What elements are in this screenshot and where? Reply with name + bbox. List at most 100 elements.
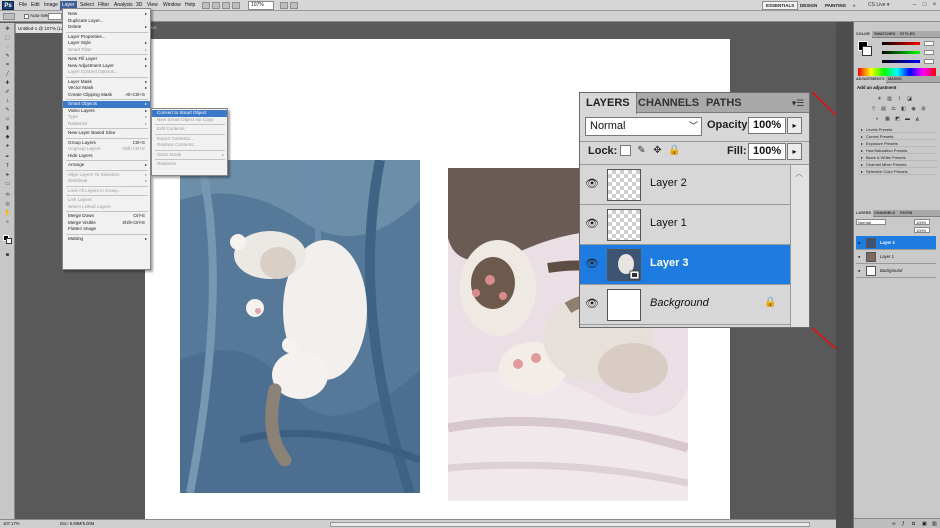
menu-item-replace-contents[interactable]: Replace Contents...	[152, 142, 227, 149]
color-ramp[interactable]	[858, 68, 936, 76]
tab-masks[interactable]: MASKS	[886, 76, 904, 83]
menu-item-select-linked-layers[interactable]: Select Linked Layers	[63, 204, 150, 211]
dock-opacity-field[interactable]: 100%	[914, 219, 930, 225]
history-brush-tool-icon[interactable]: ✎	[3, 108, 12, 113]
3d-orbit-tool-icon[interactable]: ◎	[3, 202, 12, 207]
green-slider[interactable]	[882, 51, 920, 54]
link-layers-icon[interactable]: ∞	[892, 521, 896, 527]
quick-select-tool-icon[interactable]: ✎	[3, 54, 12, 59]
cat-photo-blanket[interactable]	[180, 160, 420, 493]
lock-image-icon[interactable]: ✎	[636, 145, 647, 156]
move-tool-preset-icon[interactable]	[3, 13, 15, 20]
layers-scrollbar[interactable]: ︿	[790, 165, 809, 327]
screen-mode-icon[interactable]	[290, 2, 298, 9]
menu-edit[interactable]: Edit	[29, 1, 42, 10]
cs-live-button[interactable]: CS Live ▾	[868, 1, 908, 10]
marquee-tool-icon[interactable]: ⬚	[3, 36, 12, 41]
menu-window[interactable]: Window	[161, 1, 183, 10]
exposure-icon[interactable]: ◪	[906, 96, 913, 102]
brush-tool-icon[interactable]: ✐	[3, 90, 12, 95]
curves-icon[interactable]: ⌇	[896, 96, 903, 102]
menu-file[interactable]: File	[17, 1, 29, 10]
extras-icon[interactable]	[222, 2, 230, 9]
zoom-tool-icon[interactable]: ⌕	[3, 220, 12, 225]
hand-tool-icon[interactable]	[232, 2, 240, 9]
tab-adjustments[interactable]: ADJUSTMENTS	[854, 76, 887, 83]
eye-icon[interactable]: ●	[858, 268, 860, 273]
3d-rotate-tool-icon[interactable]: ⟲	[3, 193, 12, 198]
tab-styles[interactable]: STYLES	[898, 31, 917, 38]
healing-brush-tool-icon[interactable]: ✚	[3, 81, 12, 86]
dodge-tool-icon[interactable]: ●	[3, 144, 12, 149]
layer-row-layer-3[interactable]: 👁 Layer 3	[580, 245, 790, 285]
preset-levels[interactable]: Levels Presets	[859, 127, 937, 133]
eyedropper-tool-icon[interactable]: ╱	[3, 72, 12, 77]
auto-select-dropdown[interactable]	[48, 13, 62, 20]
auto-select-checkbox[interactable]	[24, 14, 29, 19]
maximize-icon[interactable]: □	[920, 1, 929, 9]
workspace-painting[interactable]: PAINTING	[822, 1, 849, 10]
background-color-swatch[interactable]	[862, 46, 872, 56]
fill-slider-button[interactable]: ▸	[787, 143, 802, 160]
menu-item-matting[interactable]: Matting ▸	[63, 236, 150, 243]
brightness-icon[interactable]: ☀	[876, 96, 883, 102]
eraser-tool-icon[interactable]: ▱	[3, 117, 12, 122]
arrange-documents-icon[interactable]	[280, 2, 288, 9]
background-color-swatch[interactable]	[6, 238, 12, 244]
quick-mask-icon[interactable]: ◙	[3, 253, 12, 258]
photo-filter-icon[interactable]: ◉	[910, 106, 917, 112]
menu-item-delete[interactable]: Delete ▸	[63, 24, 150, 31]
blue-value[interactable]	[924, 59, 934, 64]
green-value[interactable]	[924, 50, 934, 55]
menu-item-edit-contents[interactable]: Edit Contents	[152, 126, 227, 133]
minimize-icon[interactable]: –	[910, 1, 919, 9]
opacity-slider-button[interactable]: ▸	[787, 117, 802, 134]
menu-item-smart-filter[interactable]: Smart Filter ▸	[63, 47, 150, 54]
menu-item-flatten-image[interactable]: Flatten Image	[63, 226, 150, 233]
tab-channels[interactable]: CHANNELS	[872, 210, 897, 217]
selective-color-icon[interactable]: ◭	[914, 116, 921, 122]
layer-row-layer-2[interactable]: 👁 Layer 2	[580, 165, 790, 205]
new-layer-icon[interactable]: ▣	[922, 521, 927, 527]
menu-item-rasterize[interactable]: Rasterize	[152, 161, 227, 168]
clone-stamp-tool-icon[interactable]: ⊥	[3, 99, 12, 104]
menu-item-layer-content-options[interactable]: Layer Content Options...	[63, 69, 150, 76]
trash-icon[interactable]: ▥	[932, 521, 937, 527]
fill-field[interactable]: 100%	[748, 143, 786, 160]
hand-tool-icon[interactable]: ✋	[3, 211, 12, 216]
dock-layer-row[interactable]: ● Layer 3	[856, 236, 936, 250]
tab-layers[interactable]: LAYERS	[854, 210, 874, 217]
blue-slider[interactable]	[882, 60, 920, 63]
menu-item-new-smart-object-via-copy[interactable]: New Smart Object via Copy	[152, 117, 227, 124]
tab-layers[interactable]: LAYERS	[580, 93, 637, 114]
menu-item-distribute[interactable]: Distribute ▸	[63, 178, 150, 185]
add-mask-icon[interactable]: ◘	[912, 521, 915, 527]
menu-item-create-clipping-mask[interactable]: Create Clipping Mask Alt+Ctrl+G	[63, 92, 150, 99]
levels-icon[interactable]: ▥	[886, 96, 893, 102]
scroll-up-icon[interactable]: ︿	[795, 168, 803, 179]
panel-menu-icon[interactable]: ▾☰	[791, 97, 805, 109]
eye-icon[interactable]: ●	[858, 240, 860, 245]
preset-curves[interactable]: Curves Presets	[859, 134, 937, 140]
tab-paths[interactable]: PATHS	[700, 93, 748, 113]
workspace-design[interactable]: DESIGN	[797, 1, 820, 10]
dock-blend-mode-select[interactable]: Normal	[856, 219, 886, 225]
blur-tool-icon[interactable]: ◆	[3, 135, 12, 140]
tab-color[interactable]: COLOR	[854, 31, 872, 38]
lasso-tool-icon[interactable]: ◌	[3, 45, 12, 50]
lock-all-icon[interactable]: 🔒	[668, 145, 680, 156]
menu-item-new-layer-based-slice[interactable]: New Layer Based Slice	[63, 130, 150, 137]
lock-position-icon[interactable]: ✥	[652, 145, 663, 156]
preset-selective-color[interactable]: Selective Color Presets	[859, 169, 937, 175]
channel-mixer-icon[interactable]: ⊞	[920, 106, 927, 112]
close-icon[interactable]: ×	[930, 1, 939, 9]
move-tool-icon[interactable]: ✥	[3, 27, 12, 32]
color-balance-icon[interactable]: ⚖	[890, 106, 897, 112]
menu-image[interactable]: Image	[42, 1, 60, 10]
menu-item-lock-all-layers-in-group[interactable]: Lock All Layers in Group...	[63, 188, 150, 195]
mini-bridge-icon[interactable]	[212, 2, 220, 9]
eye-icon[interactable]: 👁	[584, 256, 600, 272]
eye-icon[interactable]: 👁	[584, 176, 600, 192]
opacity-field[interactable]: 100%	[748, 117, 786, 134]
tab-channels[interactable]: CHANNELS	[632, 93, 705, 113]
